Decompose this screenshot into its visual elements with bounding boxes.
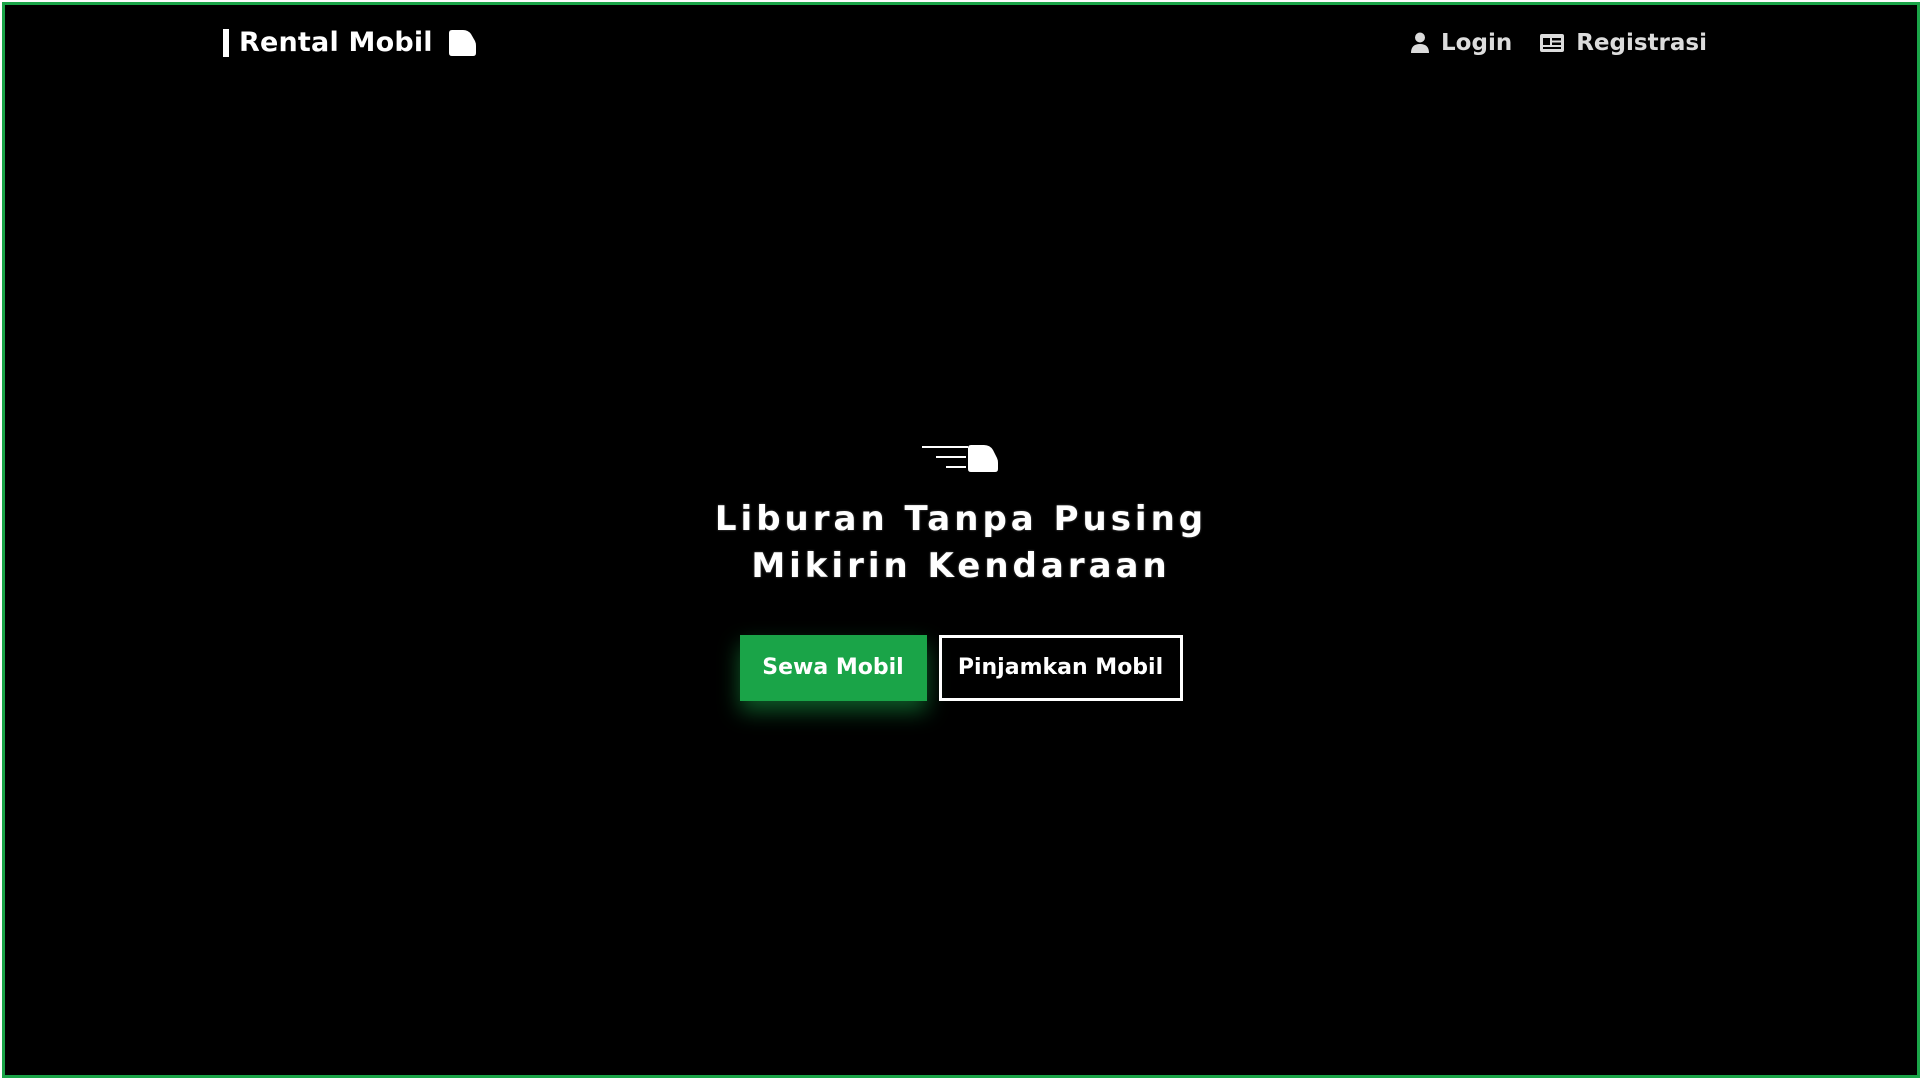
brand-label: Rental Mobil — [239, 27, 433, 58]
hero-title-line-1: Liburan Tanpa Pusing — [714, 499, 1208, 539]
login-link[interactable]: Login — [1411, 30, 1512, 56]
register-label: Registrasi — [1576, 30, 1707, 56]
nav-links: Login Registrasi — [1411, 30, 1707, 56]
login-label: Login — [1441, 30, 1513, 56]
hero-actions: Sewa Mobil Pinjamkan Mobil — [739, 634, 1183, 701]
rent-car-button[interactable]: Sewa Mobil — [739, 634, 927, 701]
navbar: Rental Mobil Login Registrasi — [5, 5, 1917, 85]
id-card-icon — [1540, 34, 1565, 52]
hero-title: Liburan Tanpa Pusing Mikirin Kendaraan — [715, 496, 1207, 590]
user-icon — [1411, 32, 1430, 54]
register-link[interactable]: Registrasi — [1540, 30, 1707, 56]
brand-link[interactable]: Rental Mobil — [223, 27, 477, 58]
hero-section: Liburan Tanpa Pusing Mikirin Kendaraan S… — [5, 440, 1917, 701]
brand-bar — [223, 28, 229, 57]
lend-car-button[interactable]: Pinjamkan Mobil — [938, 634, 1183, 701]
speeding-car-icon — [922, 440, 1000, 476]
hero-title-line-2: Mikirin Kendaraan — [751, 546, 1171, 586]
car-icon — [447, 29, 477, 57]
page-frame: Rental Mobil Login Registrasi Liburan Ta… — [2, 2, 1920, 1078]
